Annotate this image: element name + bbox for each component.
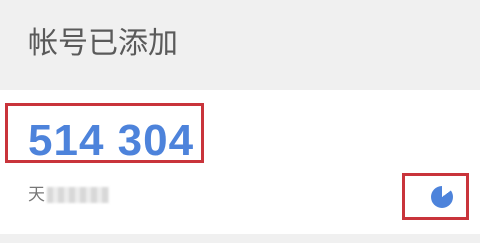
account-name-redacted	[47, 187, 109, 203]
account-card[interactable]: 514 304 天	[0, 90, 480, 234]
divider	[0, 234, 480, 243]
verification-code[interactable]: 514 304	[28, 117, 194, 165]
page-header: 帐号已添加	[0, 0, 480, 90]
countdown-timer-icon	[431, 186, 453, 208]
page-title: 帐号已添加	[28, 26, 178, 61]
account-name-visible: 天	[28, 185, 45, 205]
account-name: 天	[28, 184, 109, 206]
